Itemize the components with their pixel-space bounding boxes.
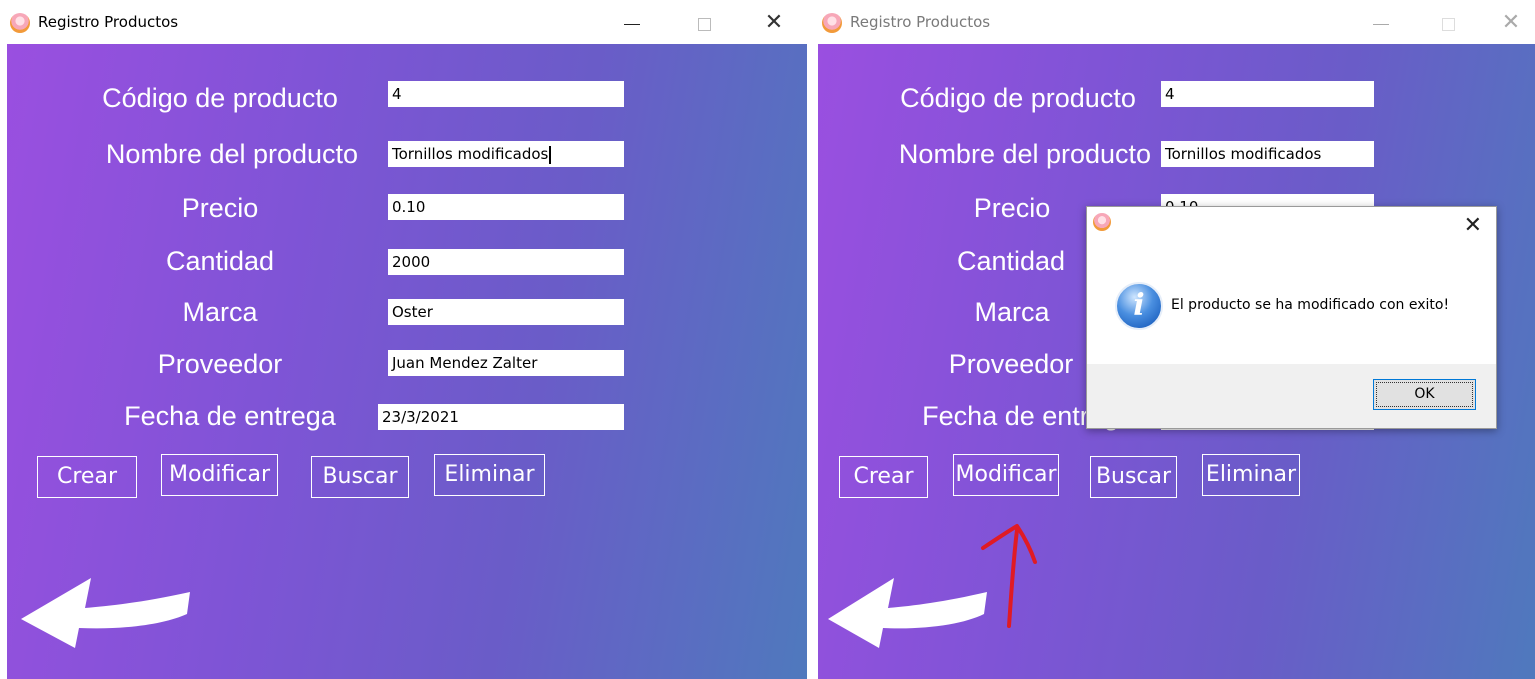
crear-button[interactable]: Crear xyxy=(839,456,928,498)
buscar-button[interactable]: Buscar xyxy=(311,456,409,498)
message-dialog: ✕ i El producto se ha modificado con exi… xyxy=(1086,206,1497,429)
app-logo-icon xyxy=(10,13,30,33)
label-codigo: Código de producto xyxy=(102,83,338,113)
label-proveedor: Proveedor xyxy=(948,349,1074,379)
back-arrow-icon[interactable] xyxy=(15,564,195,654)
label-precio: Precio xyxy=(181,193,259,223)
app-logo-icon xyxy=(822,13,842,33)
maximize-icon[interactable] xyxy=(689,8,719,38)
dialog-message: El producto se ha modificado con exito! xyxy=(1171,297,1450,313)
eliminar-button[interactable]: Eliminar xyxy=(1202,454,1300,496)
title-bar[interactable]: Registro Productos ✕ xyxy=(0,0,807,44)
nombre-field[interactable]: Tornillos modificados xyxy=(1161,141,1374,167)
minimize-icon[interactable] xyxy=(1366,8,1396,38)
maximize-icon[interactable] xyxy=(1433,8,1463,38)
close-icon[interactable]: ✕ xyxy=(1496,8,1526,38)
label-precio: Precio xyxy=(973,193,1051,223)
proveedor-field[interactable]: Juan Mendez Zalter xyxy=(388,350,624,376)
modificar-button[interactable]: Modificar xyxy=(161,454,278,496)
label-proveedor: Proveedor xyxy=(157,349,283,379)
modificar-button[interactable]: Modificar xyxy=(953,454,1059,496)
back-arrow-icon[interactable] xyxy=(822,564,992,654)
fecha-field[interactable]: 23/3/2021 xyxy=(378,404,624,430)
codigo-field[interactable]: 4 xyxy=(388,81,624,107)
window-title: Registro Productos xyxy=(38,13,179,31)
dialog-close-icon[interactable]: ✕ xyxy=(1464,213,1482,238)
dialog-footer: OK xyxy=(1087,364,1496,428)
eliminar-button[interactable]: Eliminar xyxy=(434,454,545,496)
form-panel: Código de producto Nombre del producto P… xyxy=(7,44,807,679)
title-bar[interactable]: Registro Productos ✕ xyxy=(812,0,1535,44)
label-marca: Marca xyxy=(182,297,258,327)
crear-button[interactable]: Crear xyxy=(37,456,137,498)
label-cantidad: Cantidad xyxy=(956,246,1066,276)
label-codigo: Código de producto xyxy=(900,83,1136,113)
app-logo-icon xyxy=(1093,213,1111,231)
information-icon: i xyxy=(1115,282,1163,330)
label-nombre: Nombre del producto xyxy=(898,139,1152,169)
cantidad-field[interactable]: 2000 xyxy=(388,249,624,275)
close-icon[interactable]: ✕ xyxy=(759,8,789,38)
nombre-field[interactable]: Tornillos modificados xyxy=(388,141,624,167)
annotation-arrow-icon xyxy=(981,524,1037,628)
ok-button[interactable]: OK xyxy=(1373,379,1476,410)
label-cantidad: Cantidad xyxy=(165,246,275,276)
precio-field[interactable]: 0.10 xyxy=(388,194,624,220)
marca-field[interactable]: Oster xyxy=(388,299,624,325)
minimize-icon[interactable] xyxy=(617,8,647,38)
codigo-field[interactable]: 4 xyxy=(1161,81,1374,107)
label-fecha: Fecha de entrega xyxy=(124,401,336,431)
label-nombre: Nombre del producto xyxy=(105,139,359,169)
buscar-button[interactable]: Buscar xyxy=(1090,456,1177,498)
window-registro-productos-left: Registro Productos ✕ Código de producto … xyxy=(0,0,807,679)
label-marca: Marca xyxy=(974,297,1050,327)
window-title: Registro Productos xyxy=(850,13,991,31)
